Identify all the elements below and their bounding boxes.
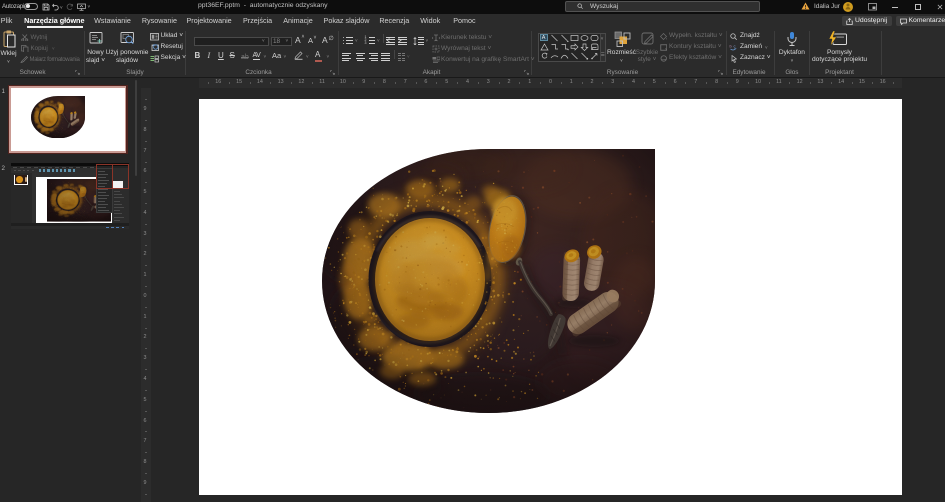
svg-text:c: c <box>734 44 736 49</box>
svg-text:b: b <box>730 44 733 49</box>
